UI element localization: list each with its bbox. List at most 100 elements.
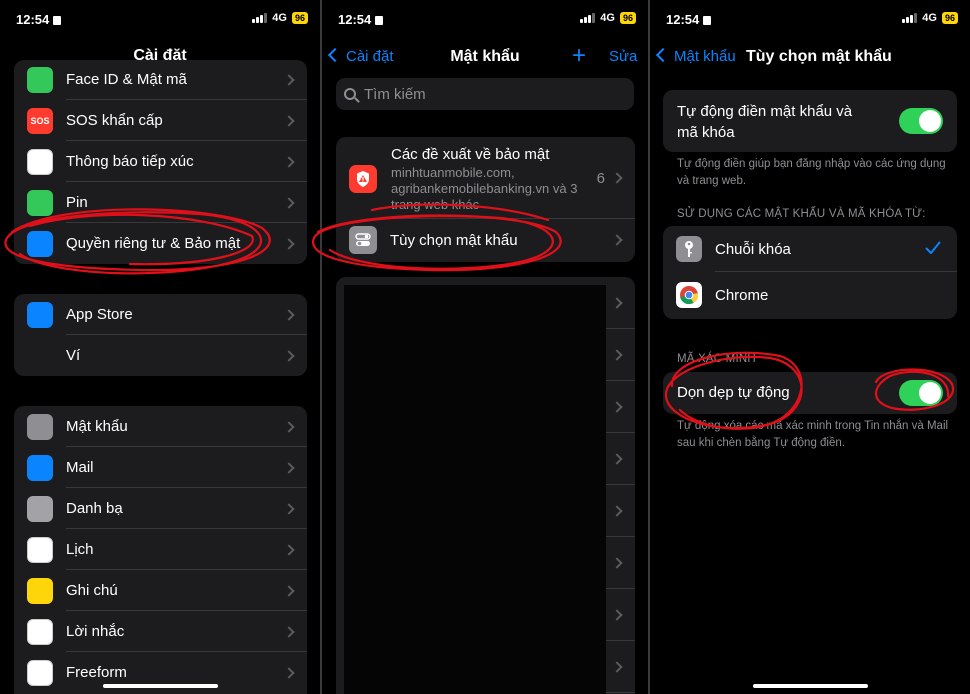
saved-password-row[interactable] <box>336 485 635 537</box>
autofill-group: Tự động điền mật khẩu và mã khóa <box>663 90 957 152</box>
calendar-icon <box>27 536 53 563</box>
settings-row[interactable]: Ghi chú <box>14 570 307 611</box>
autofill-toggle[interactable] <box>899 108 943 134</box>
shield-warning-icon <box>349 165 377 193</box>
chevron-right-icon <box>611 401 623 413</box>
saved-passwords-list <box>336 277 635 694</box>
settings-group-3: Mật khẩu Mail Danh bạ Lịch Ghi chú Lời nhắc Fr… <box>14 406 307 694</box>
freeform-icon <box>27 659 53 686</box>
security-count: 6 <box>596 170 605 187</box>
settings-row-label: Ghi chú <box>66 582 118 599</box>
status-time: 12:54 <box>16 12 62 27</box>
saved-password-row[interactable] <box>336 381 635 433</box>
battery-icon <box>27 189 53 216</box>
home-indicator[interactable] <box>103 684 218 688</box>
chevron-right-icon <box>611 171 623 184</box>
settings-row[interactable]: Quyền riêng tư & Bảo mật <box>14 223 307 264</box>
signal-icon <box>580 13 596 23</box>
security-title: Các đề xuất về bảo mật <box>391 146 550 163</box>
battery-indicator: 96 <box>291 12 308 24</box>
password-options-label: Tùy chọn mật khẩu <box>390 231 518 249</box>
settings-row-label: Thông báo tiếp xúc <box>66 153 194 170</box>
autofill-footer: Tự động điền giúp bạn đăng nhập vào các … <box>677 158 946 187</box>
wallet-icon <box>27 342 53 369</box>
edit-button[interactable]: Sửa <box>609 48 637 65</box>
chevron-right-icon <box>611 557 623 569</box>
source-keychain-row[interactable]: Chuỗi khóa <box>663 226 957 272</box>
settings-row[interactable]: Face ID & Mật mã <box>14 60 307 100</box>
use-from-header: SỬ DỤNG CÁC MẬT KHẨU VÀ MÃ KHÓA TỪ: <box>677 208 926 220</box>
password-options-group: Các đề xuất về bảo mật minhtuanmobile.co… <box>336 137 635 262</box>
network-label: 4G <box>922 12 937 24</box>
faceid-icon <box>27 66 53 93</box>
contacts-icon <box>27 495 53 522</box>
status-time: 12:54 <box>666 12 712 27</box>
settings-row[interactable]: Danh bạ <box>14 488 307 529</box>
status-bar: 12:54 4G 96 <box>0 10 320 30</box>
hand-icon <box>27 230 53 257</box>
chevron-right-icon <box>611 349 623 361</box>
checkmark-icon <box>925 241 941 254</box>
cleanup-toggle[interactable] <box>899 380 943 406</box>
saved-password-row[interactable] <box>336 537 635 589</box>
saved-password-row[interactable] <box>336 641 635 693</box>
settings-row-label: Freeform <box>66 664 127 681</box>
chrome-icon <box>676 282 702 308</box>
cleanup-group: Dọn dẹp tự động <box>663 372 957 414</box>
settings-row[interactable]: Lời nhắc <box>14 611 307 652</box>
saved-password-row[interactable] <box>336 277 635 329</box>
chevron-right-icon <box>611 453 623 465</box>
settings-group-1: Face ID & Mật mã SOS SOS khẩn cấp Thông báo… <box>14 60 307 264</box>
password-options-row[interactable]: Tùy chọn mật khẩu <box>336 219 635 261</box>
search-input[interactable]: Tìm kiếm <box>336 78 634 110</box>
appstore-icon <box>27 301 53 328</box>
source-keychain-label: Chuỗi khóa <box>715 240 791 258</box>
network-label: 4G <box>272 12 287 24</box>
settings-row[interactable]: App Store <box>14 294 307 335</box>
sources-group: Chuỗi khóa Chrome <box>663 226 957 319</box>
status-time: 12:54 <box>338 12 384 27</box>
back-button[interactable]: Mật khẩu <box>655 47 736 65</box>
settings-row-label: SOS khẩn cấp <box>66 112 163 129</box>
settings-row-label: Ví <box>66 347 81 364</box>
settings-row[interactable]: Pin <box>14 182 307 223</box>
mail-icon <box>27 454 53 481</box>
settings-row-label: Danh bạ <box>66 500 123 517</box>
chevron-right-icon <box>611 609 623 621</box>
signal-icon <box>902 13 918 23</box>
reminders-icon <box>27 618 53 645</box>
page-title: Tùy chọn mật khẩu <box>746 48 892 65</box>
cleanup-label: Dọn dẹp tự động <box>677 384 790 401</box>
settings-group-2: App Store Ví <box>14 294 307 376</box>
settings-row[interactable]: Mail <box>14 447 307 488</box>
source-chrome-label: Chrome <box>715 286 769 304</box>
password-options-panel: 12:54 4G 96 Mật khẩu Tùy chọn mật khẩu T… <box>650 0 970 694</box>
settings-row[interactable]: Thông báo tiếp xúc <box>14 141 307 182</box>
cleanup-footer: Tự động xóa các mã xác minh trong Tin nh… <box>677 420 949 449</box>
settings-row[interactable]: Mật khẩu <box>14 406 307 447</box>
saved-password-row[interactable] <box>336 329 635 381</box>
status-bar: 12:54 4G 96 <box>322 10 648 30</box>
settings-row[interactable]: SOS SOS khẩn cấp <box>14 100 307 141</box>
home-indicator[interactable] <box>753 684 868 688</box>
settings-row-label: Quyền riêng tư & Bảo mật <box>66 235 241 252</box>
search-icon <box>344 88 356 100</box>
settings-row[interactable]: Ví <box>14 335 307 376</box>
exposure-icon <box>27 148 53 175</box>
chevron-right-icon <box>611 297 623 309</box>
saved-password-row[interactable] <box>336 433 635 485</box>
source-chrome-row[interactable]: Chrome <box>663 272 957 318</box>
settings-row-label: Mail <box>66 459 94 476</box>
battery-indicator: 96 <box>619 12 636 24</box>
settings-row-label: App Store <box>66 306 133 323</box>
add-button[interactable]: + <box>572 42 586 70</box>
battery-indicator: 96 <box>941 12 958 24</box>
settings-row-label: Lời nhắc <box>66 623 125 640</box>
settings-row[interactable]: Lịch <box>14 529 307 570</box>
verification-code-header: MÃ XÁC MINH <box>677 353 756 365</box>
security-recommendations-row[interactable]: Các đề xuất về bảo mật minhtuanmobile.co… <box>336 137 635 219</box>
saved-password-row[interactable] <box>336 589 635 641</box>
network-label: 4G <box>600 12 615 24</box>
status-bar: 12:54 4G 96 <box>650 10 970 30</box>
settings-row-label: Lịch <box>66 541 94 558</box>
